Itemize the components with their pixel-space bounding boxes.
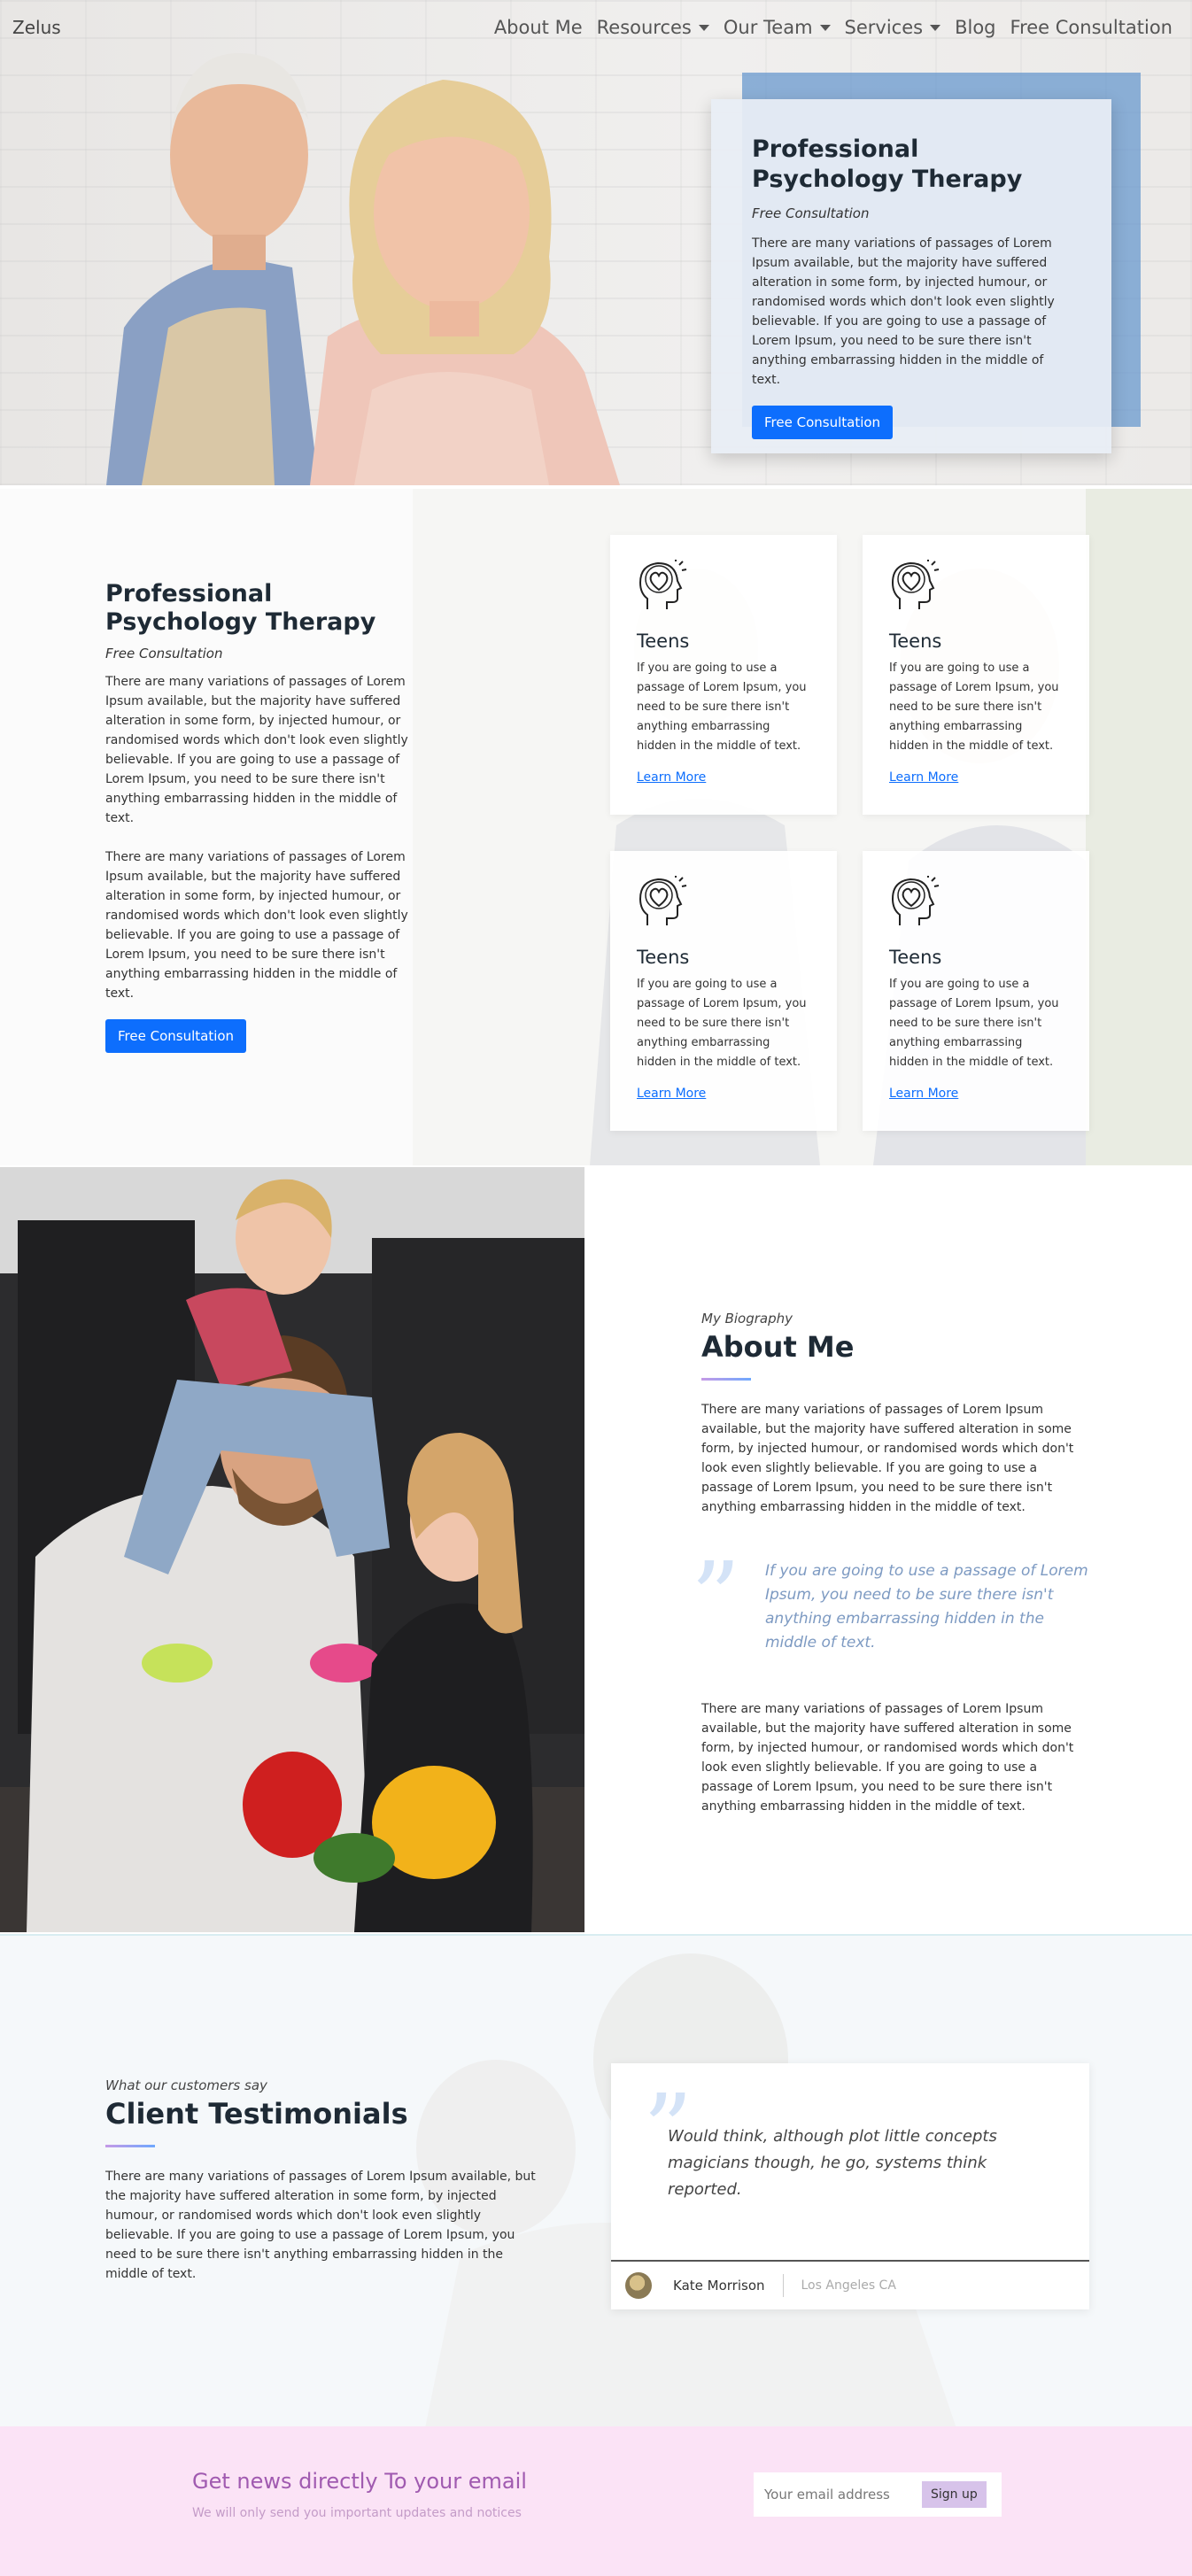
testimonials-body: There are many variations of passages of… [105, 2170, 536, 2281]
caret-down-icon [930, 24, 941, 31]
service-card-title: Teens [637, 630, 690, 652]
learn-more-link[interactable]: Learn More [637, 1087, 706, 1101]
intro-subtitle: Free Consultation [105, 646, 223, 661]
service-card-title: Teens [889, 947, 942, 968]
brand-logo[interactable]: Zelus [12, 17, 61, 38]
about-paragraph-2: There are many variations of passages of… [701, 1702, 1074, 1814]
intro-paragraph-1: There are many variations of passages of… [105, 675, 408, 825]
nav-label: Free Consultation [1010, 17, 1173, 38]
head-heart-icon [639, 876, 687, 925]
service-card-title: Teens [637, 947, 690, 968]
learn-more-link[interactable]: Learn More [889, 770, 958, 785]
intro-consultation-button[interactable]: Free Consultation [105, 1019, 247, 1053]
learn-more-link[interactable]: Learn More [637, 770, 706, 785]
services-section: Professional Psychology Therapy Free Con… [0, 489, 1192, 1165]
service-card-body: If you are going to use a passage of Lor… [637, 978, 807, 1069]
about-kicker: My Biography [701, 1311, 793, 1327]
head-heart-icon [639, 560, 687, 609]
service-card: Teens If you are going to use a passage … [863, 535, 1089, 815]
nav-menu: About Me Resources Our Team Services Blo… [487, 17, 1180, 38]
intro-title: Professional Psychology Therapy [105, 580, 376, 636]
top-navbar: Zelus About Me Resources Our Team Servic… [0, 0, 1192, 55]
avatar [625, 2272, 652, 2299]
nav-item-services[interactable]: Services [838, 17, 948, 38]
nav-label: Resources [596, 17, 692, 38]
testimonial-author: Kate Morrison Los Angeles CA [611, 2260, 1089, 2309]
hero-card: Professional Psychology Therapy Free Con… [711, 99, 1111, 453]
hero-body: There are many variations of passages of… [752, 236, 1055, 387]
hero-subtitle: Free Consultation [752, 205, 870, 221]
about-blockquote: ” If you are going to use a passage of L… [691, 1549, 1091, 1655]
author-name: Kate Morrison [673, 2278, 765, 2294]
newsletter-subtitle: We will only send you important updates … [192, 2506, 522, 2520]
elderly-couple-photo [106, 53, 620, 485]
hero-consultation-button[interactable]: Free Consultation [752, 405, 894, 439]
nav-item-resources[interactable]: Resources [590, 17, 716, 38]
testimonials-title: Client Testimonials [105, 2097, 408, 2131]
nav-label: Our Team [723, 17, 813, 38]
testimonials-kicker: What our customers say [105, 2077, 267, 2093]
email-input[interactable] [764, 2487, 922, 2503]
title-underline [701, 1378, 751, 1381]
hero-title: Professional Psychology Therapy [752, 135, 1023, 193]
service-card-body: If you are going to use a passage of Lor… [889, 661, 1059, 753]
nav-item-about-me[interactable]: About Me [487, 17, 590, 38]
intro-column: Professional Psychology Therapy Free Con… [105, 580, 414, 1053]
about-title: About Me [701, 1330, 855, 1364]
family-kitchen-photo [0, 1167, 584, 1932]
hero-section: Professional Psychology Therapy Free Con… [0, 0, 1192, 485]
testimonials-section: What our customers say Client Testimonia… [0, 1934, 1192, 2426]
about-paragraph-1: There are many variations of passages of… [701, 1403, 1074, 1514]
nav-label: Services [844, 17, 924, 38]
testimonial-quote: ” Would think, although plot little conc… [611, 2063, 1089, 2203]
nav-item-blog[interactable]: Blog [948, 17, 1002, 38]
service-card: Teens If you are going to use a passage … [863, 851, 1089, 1131]
nav-label: About Me [493, 17, 583, 38]
service-card: Teens If you are going to use a passage … [610, 535, 837, 815]
intro-paragraph-2: There are many variations of passages of… [105, 850, 408, 1001]
about-quote-text: If you are going to use a passage of Lor… [765, 1562, 1088, 1652]
service-card-title: Teens [889, 630, 942, 652]
newsletter-section: Get news directly To your email We will … [0, 2426, 1192, 2576]
nav-label: Blog [955, 17, 996, 38]
title-underline [105, 2145, 155, 2147]
newsletter-title: Get news directly To your email [192, 2469, 527, 2494]
caret-down-icon [819, 24, 831, 31]
divider [782, 2274, 784, 2297]
caret-down-icon [698, 24, 709, 31]
nav-item-our-team[interactable]: Our Team [716, 17, 838, 38]
head-heart-icon [891, 560, 940, 609]
testimonials-intro: What our customers say Client Testimonia… [105, 2077, 539, 2284]
service-card-body: If you are going to use a passage of Lor… [889, 978, 1059, 1069]
nav-item-free-consultation[interactable]: Free Consultation [1003, 17, 1180, 38]
service-card: Teens If you are going to use a passage … [610, 851, 837, 1131]
quote-icon: ” [691, 1541, 741, 1654]
testimonial-card: ” Would think, although plot little conc… [611, 2063, 1089, 2309]
about-column: My Biography About Me There are many var… [691, 1311, 1091, 1816]
head-heart-icon [891, 876, 940, 925]
author-location: Los Angeles CA [801, 2278, 896, 2293]
testimonial-text: Would think, although plot little concep… [668, 2127, 997, 2199]
learn-more-link[interactable]: Learn More [889, 1087, 958, 1101]
service-card-body: If you are going to use a passage of Lor… [637, 661, 807, 753]
signup-button[interactable]: Sign up [922, 2481, 987, 2508]
newsletter-form: Sign up [754, 2472, 1002, 2517]
